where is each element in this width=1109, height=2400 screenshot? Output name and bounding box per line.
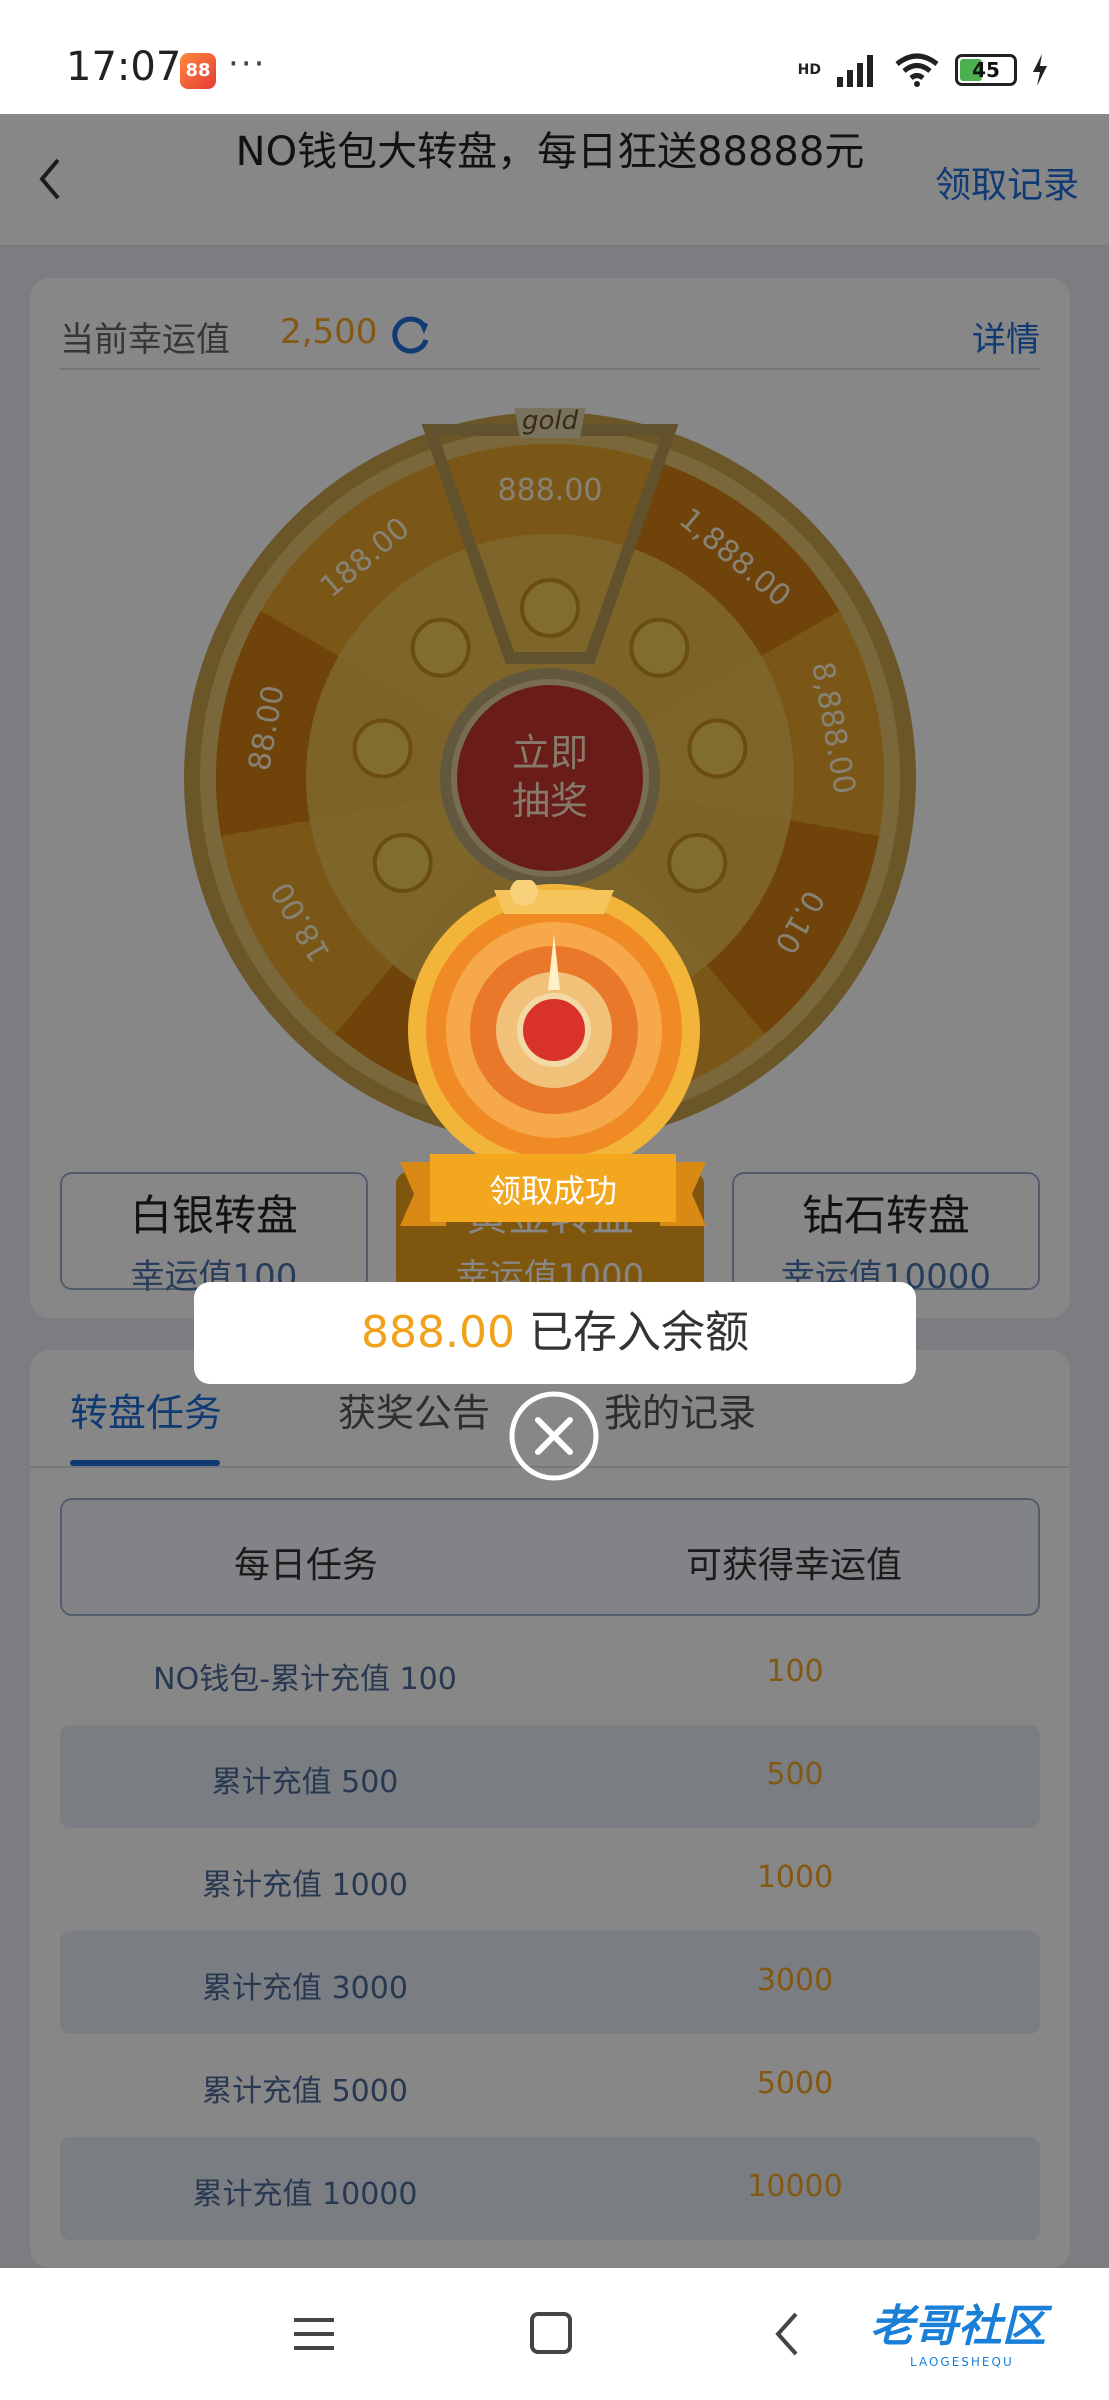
battery-icon: 45 — [955, 54, 1017, 86]
more-notifications-icon: ··· — [228, 44, 267, 84]
wifi-icon — [895, 53, 939, 87]
close-icon[interactable] — [508, 1390, 600, 1482]
home-icon[interactable] — [520, 2308, 580, 2360]
status-time: 17:07 — [66, 44, 182, 90]
success-ribbon-label: 领取成功 — [488, 1172, 617, 1210]
network-type-label: HD — [797, 62, 821, 78]
reward-message: 888.00 已存入余额 — [194, 1282, 916, 1384]
back-icon[interactable] — [760, 2308, 820, 2360]
menu-icon[interactable] — [286, 2308, 346, 2360]
reward-message-text: 已存入余额 — [528, 1307, 749, 1358]
watermark-subtext: LAOGESHEQU — [910, 2355, 1014, 2369]
reward-amount: 888.00 — [361, 1307, 515, 1358]
watermark-logo: 老哥社区 — [870, 2301, 1046, 2352]
status-bar: 17:07 88 ··· HD 45 — [0, 0, 1109, 114]
status-right: HD 45 — [798, 52, 1049, 88]
charging-icon — [1033, 54, 1047, 86]
signal-icon — [837, 55, 873, 87]
battery-level: 45 — [972, 58, 1000, 82]
reward-wheel-icon — [408, 880, 700, 1176]
app-notification-icon: 88 — [180, 53, 216, 89]
